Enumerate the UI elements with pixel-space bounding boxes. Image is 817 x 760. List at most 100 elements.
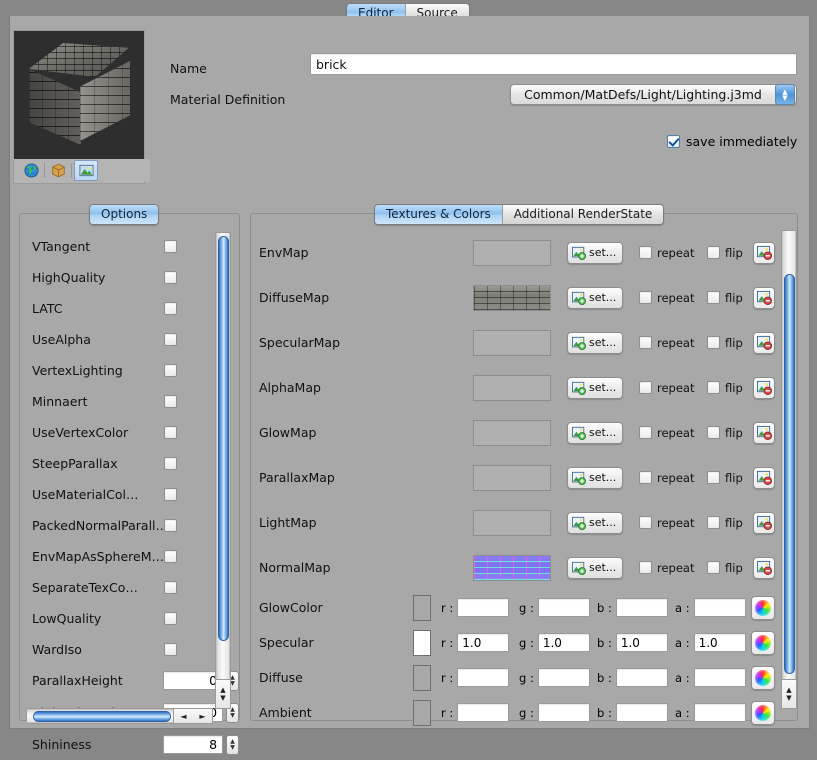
repeat-checkbox[interactable] — [639, 471, 652, 484]
color-g-input[interactable]: 1.0 — [538, 633, 590, 652]
texture-thumbnail[interactable] — [473, 240, 551, 266]
color-b-input[interactable] — [616, 703, 668, 722]
color-channel-g[interactable]: g : — [519, 598, 590, 617]
option-row-packednormalparallax[interactable]: PackedNormalParall… — [32, 510, 239, 541]
color-a-input[interactable] — [694, 668, 746, 687]
option-row-usematerialcolors[interactable]: UseMaterialCol… — [32, 479, 239, 510]
option-checkbox[interactable] — [164, 457, 177, 470]
texture-thumbnail[interactable] — [473, 420, 551, 446]
color-channel-g[interactable]: g : — [519, 668, 590, 687]
scroll-up-icon[interactable]: ▲ — [220, 686, 225, 694]
flip-checkbox[interactable] — [707, 381, 720, 394]
color-channel-g[interactable]: g : 1.0 — [519, 633, 590, 652]
color-channel-b[interactable]: b : — [597, 668, 668, 687]
scroll-down-icon[interactable]: ▼ — [786, 694, 791, 702]
color-picker-button[interactable] — [751, 596, 775, 620]
option-checkbox[interactable] — [164, 519, 177, 532]
scrollbar-thumb[interactable] — [218, 236, 229, 641]
texture-thumbnail[interactable] — [473, 330, 551, 356]
color-channel-r[interactable]: r : — [441, 598, 509, 617]
texture-thumbnail[interactable] — [473, 510, 551, 536]
repeat-toggle[interactable]: repeat — [639, 516, 694, 530]
repeat-toggle[interactable]: repeat — [639, 336, 694, 350]
repeat-checkbox[interactable] — [639, 336, 652, 349]
remove-texture-button[interactable] — [753, 512, 775, 534]
flip-toggle[interactable]: flip — [707, 426, 743, 440]
flip-checkbox[interactable] — [707, 426, 720, 439]
set-texture-button[interactable]: set... — [567, 332, 623, 354]
color-channel-a[interactable]: a : — [675, 703, 746, 722]
option-checkbox[interactable] — [164, 550, 177, 563]
option-row-steepparallax[interactable]: SteepParallax — [32, 448, 239, 479]
option-row-vertexlighting[interactable]: VertexLighting — [32, 355, 239, 386]
option-row-envmapasspheremap[interactable]: EnvMapAsSphereM… — [32, 541, 239, 572]
color-channel-b[interactable]: b : 1.0 — [597, 633, 668, 652]
color-channel-a[interactable]: a : — [675, 598, 746, 617]
option-checkbox[interactable] — [164, 488, 177, 501]
save-immediately-row[interactable]: save immediately — [667, 134, 797, 149]
color-r-input[interactable] — [457, 598, 509, 617]
remove-texture-button[interactable] — [753, 422, 775, 444]
set-texture-button[interactable]: set... — [567, 557, 623, 579]
quad-icon[interactable] — [74, 160, 98, 181]
option-checkbox[interactable] — [164, 364, 177, 377]
save-immediately-checkbox[interactable] — [667, 135, 680, 148]
color-a-input[interactable] — [694, 703, 746, 722]
chevron-updown-icon[interactable]: ▲▼ — [775, 84, 795, 105]
options-scroll-arrows[interactable]: ▲ ▼ — [215, 679, 231, 709]
flip-toggle[interactable]: flip — [707, 246, 743, 260]
option-row-minnaert[interactable]: Minnaert — [32, 386, 239, 417]
tab-additional-renderstate[interactable]: Additional RenderState — [503, 205, 664, 224]
color-channel-g[interactable]: g : — [519, 703, 590, 722]
option-row-usevertexcolor[interactable]: UseVertexColor — [32, 417, 239, 448]
color-r-input[interactable]: 1.0 — [457, 633, 509, 652]
repeat-checkbox[interactable] — [639, 381, 652, 394]
repeat-checkbox[interactable] — [639, 516, 652, 529]
color-channel-r[interactable]: r : — [441, 668, 509, 687]
set-texture-button[interactable]: set... — [567, 242, 623, 264]
options-hscroll-arrows[interactable]: ◄ ► — [173, 708, 213, 724]
tab-textures-colors[interactable]: Textures & Colors — [375, 205, 503, 224]
color-swatch[interactable] — [413, 700, 431, 726]
flip-toggle[interactable]: flip — [707, 336, 743, 350]
options-vertical-scrollbar[interactable]: ▲ ▼ — [215, 232, 231, 708]
color-r-input[interactable] — [457, 703, 509, 722]
color-swatch[interactable] — [413, 595, 431, 621]
flip-checkbox[interactable] — [707, 561, 720, 574]
color-channel-b[interactable]: b : — [597, 703, 668, 722]
color-channel-r[interactable]: r : — [441, 703, 509, 722]
scroll-left-icon[interactable]: ◄ — [180, 712, 186, 721]
flip-checkbox[interactable] — [707, 246, 720, 259]
repeat-checkbox[interactable] — [639, 561, 652, 574]
scrollbar-thumb[interactable] — [784, 274, 795, 674]
option-checkbox[interactable] — [164, 581, 177, 594]
shininess-input[interactable]: 8 — [163, 735, 223, 754]
repeat-checkbox[interactable] — [639, 426, 652, 439]
scroll-right-icon[interactable]: ► — [199, 712, 205, 721]
box-icon[interactable] — [47, 161, 69, 180]
repeat-toggle[interactable]: repeat — [639, 291, 694, 305]
scroll-down-icon[interactable]: ▼ — [220, 694, 225, 702]
color-g-input[interactable] — [538, 668, 590, 687]
color-a-input[interactable] — [694, 598, 746, 617]
sphere-icon[interactable] — [20, 161, 42, 180]
color-picker-button[interactable] — [751, 631, 775, 655]
remove-texture-button[interactable] — [753, 467, 775, 489]
option-checkbox[interactable] — [164, 395, 177, 408]
set-texture-button[interactable]: set... — [567, 512, 623, 534]
scrollbar-thumb[interactable] — [33, 711, 171, 722]
color-g-input[interactable] — [538, 598, 590, 617]
texture-thumbnail[interactable] — [473, 375, 551, 401]
option-row-highquality[interactable]: HighQuality — [32, 262, 239, 293]
flip-toggle[interactable]: flip — [707, 561, 743, 575]
remove-texture-button[interactable] — [753, 287, 775, 309]
option-checkbox[interactable] — [164, 240, 177, 253]
remove-texture-button[interactable] — [753, 557, 775, 579]
option-checkbox[interactable] — [164, 643, 177, 656]
material-definition-dropdown[interactable]: Common/MatDefs/Light/Lighting.j3md ▲▼ — [510, 84, 797, 105]
repeat-checkbox[interactable] — [639, 291, 652, 304]
color-swatch[interactable] — [413, 665, 431, 691]
color-g-input[interactable] — [538, 703, 590, 722]
texture-thumbnail[interactable] — [473, 285, 551, 311]
color-channel-a[interactable]: a : — [675, 668, 746, 687]
